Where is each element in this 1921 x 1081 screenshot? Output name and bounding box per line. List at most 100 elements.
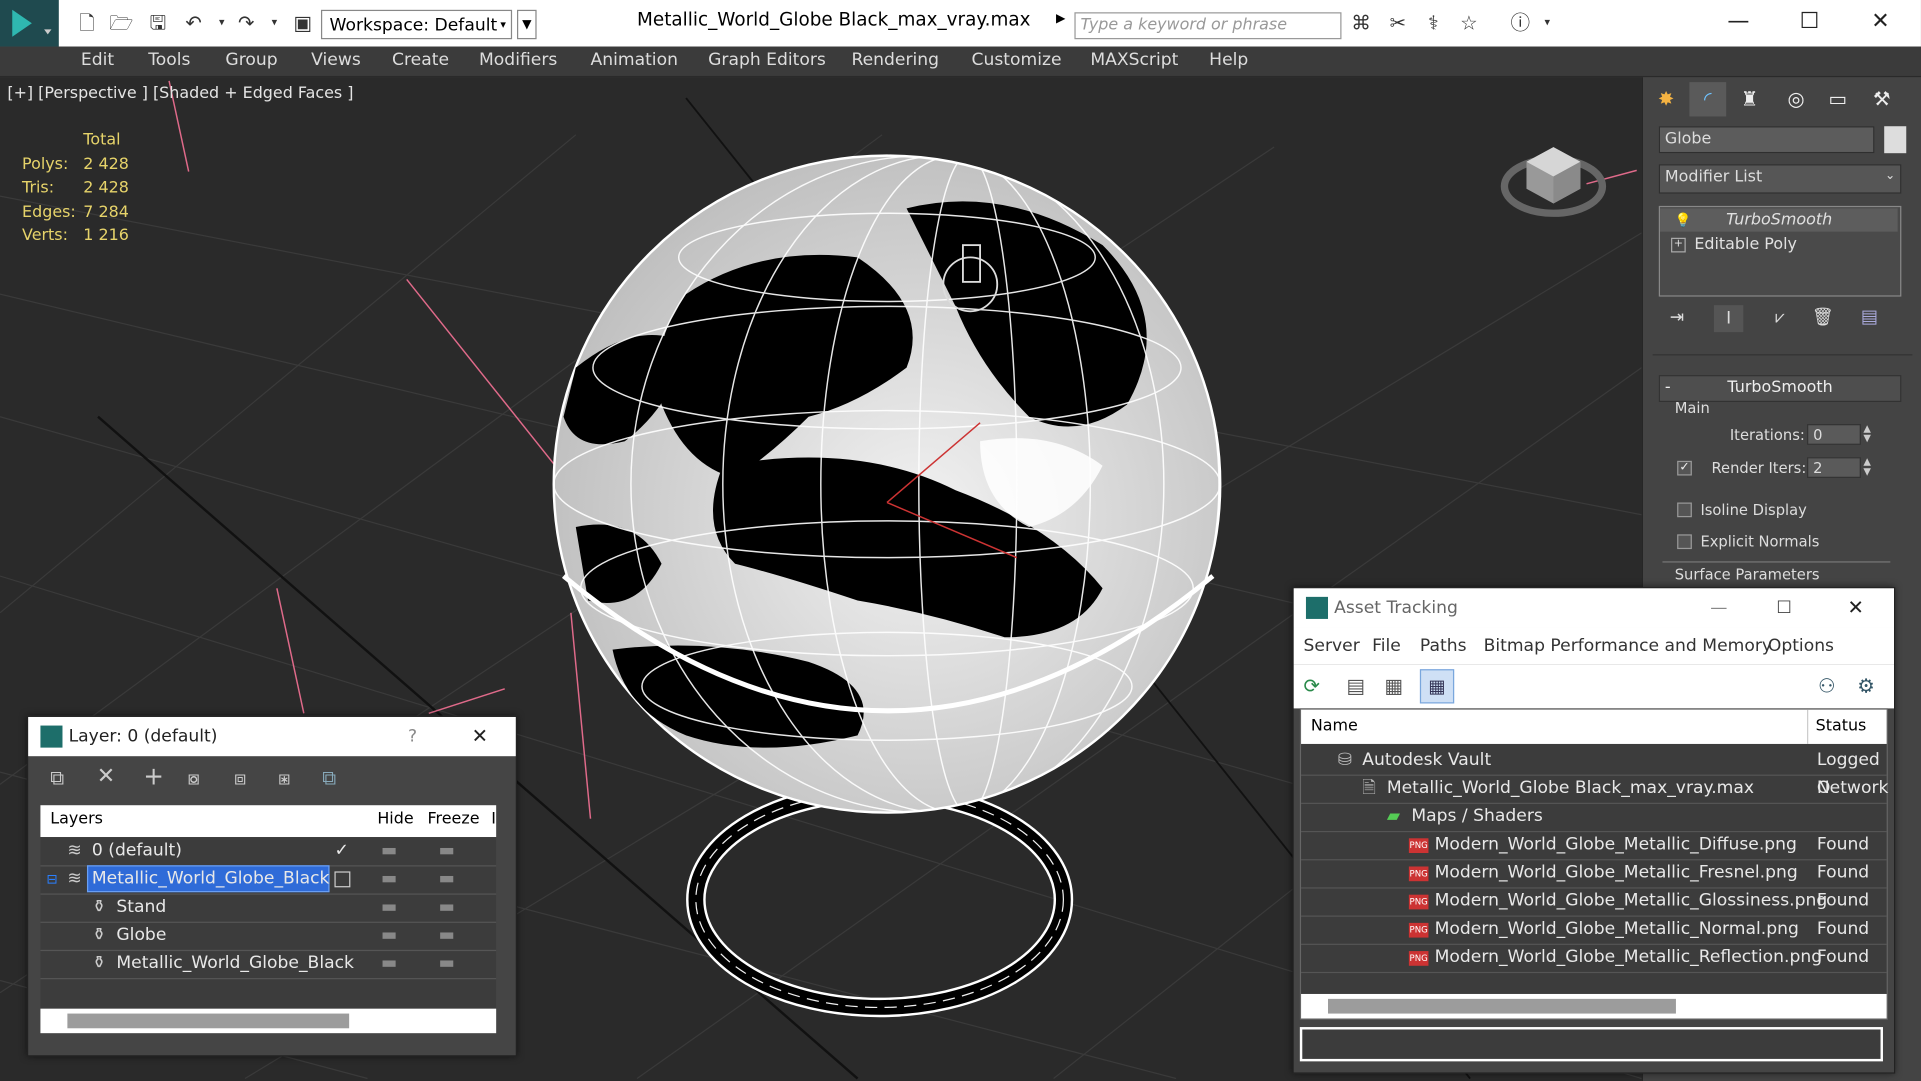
tree-view-icon[interactable]: ▦ — [1384, 674, 1403, 697]
hide-all-icon[interactable]: ⧆ — [278, 766, 290, 791]
list-view-icon[interactable]: ▤ — [1346, 674, 1365, 697]
tools-icon[interactable]: ✂ — [1384, 10, 1411, 37]
menu-maxscript[interactable]: MAXScript — [1090, 50, 1178, 70]
redo-dropdown-icon[interactable]: ▾ — [261, 10, 288, 37]
asset-row-max-file[interactable]: 🗎 Metallic_World_Globe Black_max_vray.ma… — [1301, 775, 1888, 804]
hide-toggle[interactable]: ▬ — [381, 893, 397, 921]
close-window-button[interactable]: ✕ — [1862, 7, 1899, 36]
lightbulb-icon[interactable]: 💡 — [1675, 208, 1692, 231]
viewport-label[interactable]: [+] [Perspective ] [Shaded + Edged Faces… — [7, 85, 353, 103]
utilities-tab-icon[interactable]: ⚒ — [1863, 82, 1900, 116]
remove-modifier-icon[interactable]: 🗑 — [1812, 308, 1834, 328]
object-color-swatch[interactable] — [1884, 126, 1907, 154]
search-expand-icon[interactable]: ▶ — [1056, 12, 1065, 25]
name-column-header[interactable]: Name — [1311, 710, 1358, 744]
display-tab-icon[interactable]: ▭ — [1819, 82, 1856, 116]
set-active-checkbox[interactable] — [334, 871, 351, 888]
object-name-field[interactable]: Globe — [1658, 126, 1875, 154]
project-folder-icon[interactable]: ▣ — [289, 10, 316, 37]
binoculars-icon[interactable]: ⌘ — [1348, 10, 1375, 37]
menu-create[interactable]: Create — [392, 50, 449, 70]
freeze-toggle[interactable]: ▬ — [439, 837, 455, 865]
table-view-icon[interactable]: ▦ — [1419, 669, 1455, 704]
workspace-dropdown[interactable]: Workspace: Default ▾ — [320, 9, 513, 40]
status-column-header[interactable]: Status — [1816, 710, 1867, 744]
freeze-all-icon[interactable]: ⧉ — [322, 766, 336, 791]
favorites-star-icon[interactable]: ☆ — [1455, 10, 1482, 37]
asset-row-texture[interactable]: PNG Modern_World_Globe_Metallic_Reflecti… — [1301, 944, 1887, 974]
menu-edit[interactable]: Edit — [81, 50, 114, 70]
layer-scrollbar-thumb[interactable] — [67, 1013, 350, 1029]
render-iters-spinner-arrows[interactable]: ▲ ▼ — [1863, 457, 1871, 477]
layer-row[interactable]: ≋ 0 (default) ✓ ▬ ▬ — [40, 837, 497, 867]
highlight-layer-icon[interactable]: ⧈ — [234, 766, 246, 791]
hide-toggle[interactable]: ▬ — [381, 837, 397, 865]
active-layer-check-icon[interactable]: ✓ — [334, 837, 348, 865]
asset-menu-file[interactable]: File — [1372, 628, 1401, 665]
turbosmooth-rollout-header[interactable]: - TurboSmooth — [1658, 375, 1902, 402]
menu-rendering[interactable]: Rendering — [851, 50, 939, 70]
hierarchy-tab-icon[interactable]: ♜ — [1731, 82, 1768, 116]
object-row[interactable]: ⚱ Stand ▬ ▬ — [40, 893, 497, 923]
help-button[interactable]: ? — [408, 717, 417, 756]
minimize-window-button[interactable]: — — [1720, 7, 1757, 36]
asset-row-maps[interactable]: ▰ Maps / Shaders — [1301, 803, 1887, 833]
asset-menu-bitmap-performance[interactable]: Bitmap Performance and Memory — [1484, 628, 1772, 665]
hide-toggle[interactable]: ▬ — [381, 922, 397, 950]
isoline-display-checkbox[interactable] — [1677, 502, 1692, 518]
asset-window-titlebar[interactable]: Asset Tracking — ☐ ✕ — [1293, 588, 1895, 628]
asset-row-texture[interactable]: PNG Modern_World_Globe_Metallic_Diffuse.… — [1301, 831, 1887, 861]
menu-graph-editors[interactable]: Graph Editors — [708, 50, 826, 70]
search-input[interactable]: Type a keyword or phrase — [1074, 12, 1342, 40]
asset-scroll-track[interactable] — [1301, 993, 1887, 1019]
vault-help-icon[interactable]: ⚇ — [1818, 674, 1836, 697]
hide-column-header[interactable]: Hide — [377, 805, 413, 834]
object-row[interactable]: ⚱ Metallic_World_Globe_Black ▬ ▬ — [40, 950, 497, 980]
menu-animation[interactable]: Animation — [590, 50, 677, 70]
asset-row-texture[interactable]: PNG Modern_World_Globe_Metallic_Glossine… — [1301, 887, 1887, 917]
help-icon[interactable]: ⓘ — [1507, 10, 1534, 37]
freeze-toggle[interactable]: ▬ — [439, 865, 455, 893]
menu-modifiers[interactable]: Modifiers — [479, 50, 557, 70]
freeze-toggle[interactable]: ▬ — [439, 950, 455, 978]
vault-settings-icon[interactable]: ⚙ — [1857, 674, 1875, 697]
render-iters-spinner[interactable]: 2 — [1807, 457, 1861, 478]
modifier-list-dropdown[interactable]: Modifier List ⌄ — [1658, 164, 1902, 194]
layer-window-titlebar[interactable]: Layer: 0 (default) ? ✕ — [28, 716, 516, 757]
render-iters-checkbox[interactable]: ✓ — [1677, 460, 1692, 476]
asset-menu-server[interactable]: Server — [1304, 628, 1360, 665]
menu-views[interactable]: Views — [311, 50, 361, 70]
layer-row-selected[interactable]: ⊟ ≋ Metallic_World_Globe_Black ▬ ▬ — [40, 865, 497, 895]
asset-scrollbar-thumb[interactable] — [1328, 998, 1676, 1014]
redo-icon[interactable]: ↷ — [233, 10, 260, 37]
workspace-menu-button[interactable]: ▼ — [516, 9, 537, 40]
asset-row-texture[interactable]: PNG Modern_World_Globe_Metallic_Normal.p… — [1301, 916, 1887, 945]
new-file-icon[interactable]: 🗋 — [74, 10, 101, 37]
motion-tab-icon[interactable]: ◎ — [1778, 82, 1815, 116]
asset-menu-options[interactable]: Options — [1768, 628, 1834, 665]
pin-stack-icon[interactable]: ⇥ — [1670, 308, 1684, 328]
open-file-icon[interactable]: 🗁 — [108, 10, 135, 37]
asset-row-texture[interactable]: PNG Modern_World_Globe_Metallic_Fresnel.… — [1301, 859, 1887, 889]
undo-dropdown-icon[interactable]: ▾ — [208, 10, 235, 37]
explicit-normals-checkbox[interactable] — [1677, 534, 1692, 550]
hide-toggle[interactable]: ▬ — [381, 950, 397, 978]
layers-column-header[interactable]: Layers — [50, 805, 103, 834]
make-unique-icon[interactable]: ⩗ — [1775, 308, 1785, 328]
configure-sets-icon[interactable]: ▤ — [1861, 305, 1878, 327]
layer-scroll-track[interactable] — [40, 1008, 497, 1034]
freeze-column-header[interactable]: Freeze — [428, 805, 480, 834]
asset-row-vault[interactable]: ⛁ Autodesk Vault Logged O — [1301, 746, 1887, 798]
collapse-minus-icon[interactable]: ⊟ — [47, 865, 58, 893]
asset-menu-paths[interactable]: Paths — [1420, 628, 1467, 665]
close-icon[interactable]: ✕ — [1847, 588, 1863, 627]
undo-icon[interactable]: ↶ — [180, 10, 207, 37]
menu-help[interactable]: Help — [1209, 50, 1248, 70]
refresh-icon[interactable]: ⟳ — [1304, 674, 1320, 697]
stack-item-turbosmooth[interactable]: 💡 TurboSmooth — [1660, 208, 1898, 232]
menu-customize[interactable]: Customize — [972, 50, 1062, 70]
app-logo-icon[interactable] — [0, 0, 59, 47]
menu-group[interactable]: Group — [225, 50, 277, 70]
next-column-header[interactable]: I — [491, 805, 496, 834]
menu-tools[interactable]: Tools — [148, 50, 190, 70]
